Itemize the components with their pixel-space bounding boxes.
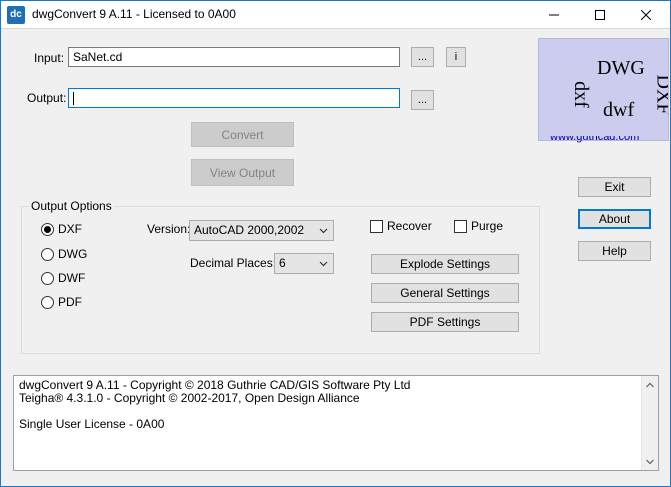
client-area: Input: SaNet.cd ... i Output: ... Conver… (1, 29, 670, 486)
version-value: AutoCAD 2000,2002 (194, 223, 305, 237)
view-output-button[interactable]: View Output (191, 159, 294, 186)
input-browse-button[interactable]: ... (411, 47, 434, 67)
format-option-pdf[interactable]: PDF (41, 295, 82, 309)
input-field[interactable]: SaNet.cd (68, 47, 400, 67)
log-output-box[interactable]: dwgConvert 9 A.11 - Copyright © 2018 Gut… (13, 375, 659, 471)
app-window: dc dwgConvert 9 A.11 - Licensed to 0A00 … (0, 0, 671, 487)
decimal-places-value: 6 (279, 256, 286, 270)
logo-url-link[interactable]: www.guthcad.com (550, 136, 662, 145)
output-label: Output: (27, 91, 67, 105)
exit-button[interactable]: Exit (578, 177, 651, 197)
minimize-icon (549, 14, 559, 16)
radio-dwf[interactable] (41, 271, 54, 285)
radio-dwg[interactable] (41, 247, 54, 261)
output-options-title: Output Options (29, 199, 114, 213)
output-field[interactable] (68, 88, 400, 108)
scroll-down-button[interactable] (642, 453, 658, 470)
maximize-icon (595, 10, 605, 20)
format-option-dwf[interactable]: DWF (41, 271, 85, 285)
chevron-down-icon (319, 228, 328, 234)
pdf-settings-button[interactable]: PDF Settings (371, 312, 519, 332)
logo-word-dxf-upper: DXF (652, 74, 669, 115)
scroll-up-button[interactable] (642, 376, 658, 393)
version-label: Version: (147, 222, 191, 236)
format-option-dxf[interactable]: DXF (41, 222, 82, 236)
purge-label: Purge (471, 219, 504, 233)
info-button[interactable]: i (446, 47, 466, 67)
explode-settings-button[interactable]: Explode Settings (371, 254, 519, 274)
format-label-pdf: PDF (58, 295, 82, 309)
recover-label: Recover (387, 219, 432, 233)
scroll-up-icon (646, 382, 654, 387)
format-label-dwg: DWG (58, 247, 88, 261)
format-label-dwf: DWF (58, 271, 86, 285)
product-logo: DWG DXF dxf dwf (538, 38, 669, 141)
recover-option[interactable]: Recover (370, 219, 432, 233)
purge-checkbox[interactable] (454, 219, 467, 233)
logo-word-dwg: DWG (597, 57, 645, 79)
decimal-places-label: Decimal Places: (190, 256, 277, 270)
scroll-down-icon (646, 459, 654, 464)
chevron-down-icon (319, 261, 328, 267)
window-title: dwgConvert 9 A.11 - Licensed to 0A00 (32, 7, 236, 21)
close-button[interactable] (623, 1, 669, 29)
radio-pdf[interactable] (41, 295, 54, 309)
log-scrollbar[interactable] (641, 376, 658, 470)
title-bar[interactable]: dc dwgConvert 9 A.11 - Licensed to 0A00 (1, 1, 670, 29)
purge-option[interactable]: Purge (454, 219, 503, 233)
input-label: Input: (34, 51, 65, 65)
recover-checkbox[interactable] (370, 219, 383, 233)
log-line: Teigha® 4.3.1.0 - Copyright © 2002-2017,… (19, 391, 360, 405)
version-dropdown[interactable]: AutoCAD 2000,2002 (189, 220, 334, 241)
close-icon (641, 10, 651, 20)
logo-word-dxf-lower: dxf (569, 81, 592, 108)
convert-button[interactable]: Convert (191, 122, 294, 147)
general-settings-button[interactable]: General Settings (371, 283, 519, 303)
log-line: Single User License - 0A00 (19, 417, 165, 431)
about-button[interactable]: About (578, 209, 651, 229)
format-option-dwg[interactable]: DWG (41, 247, 87, 261)
radio-dxf[interactable] (41, 222, 54, 236)
format-label-dxf: DXF (58, 222, 82, 236)
app-icon: dc (7, 6, 25, 24)
logo-word-dwf: dwf (603, 99, 635, 121)
text-caret (73, 92, 74, 106)
output-browse-button[interactable]: ... (411, 90, 434, 110)
help-button[interactable]: Help (578, 241, 651, 261)
maximize-button[interactable] (577, 1, 623, 29)
log-line: dwgConvert 9 A.11 - Copyright © 2018 Gut… (19, 378, 411, 392)
minimize-button[interactable] (531, 1, 577, 29)
decimal-places-dropdown[interactable]: 6 (274, 253, 334, 274)
